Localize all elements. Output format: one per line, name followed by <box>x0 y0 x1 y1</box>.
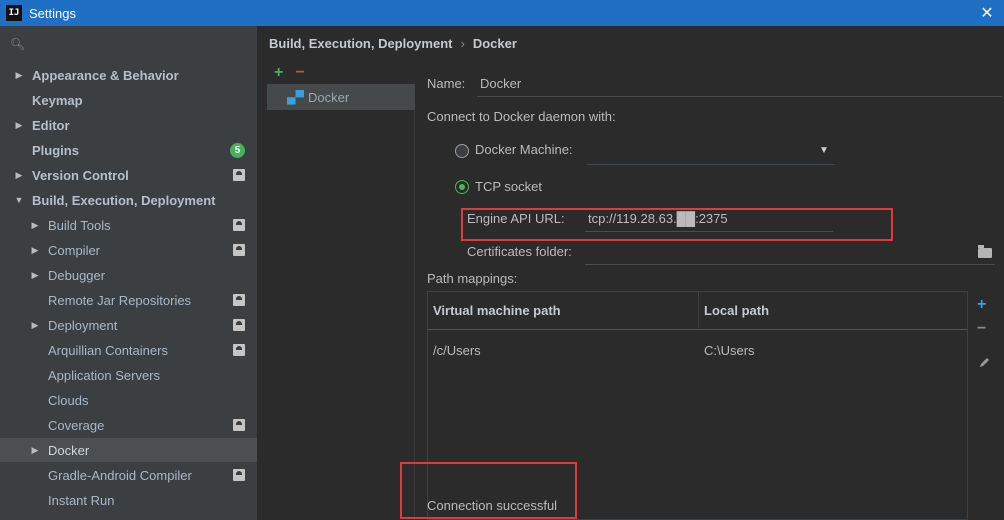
docker-list-toolbar: + − <box>274 64 305 82</box>
search-icon: 🔍︎ <box>10 37 26 51</box>
virtual-path-cell[interactable]: /c/Users <box>433 343 481 358</box>
folder-icon[interactable] <box>978 245 992 258</box>
sidebar-item-deployment[interactable]: ▶ Deployment <box>0 313 257 337</box>
certificates-folder-input[interactable] <box>585 264 995 265</box>
sidebar-item-editor[interactable]: ▶ Editor <box>0 113 257 137</box>
sidebar-item-coverage[interactable]: Coverage <box>0 413 257 437</box>
docker-settings-form: Name: Docker Connect to Docker daemon wi… <box>400 26 1004 520</box>
docker-icon: ▄▀ <box>287 90 305 104</box>
path-mappings-label: Path mappings: <box>427 271 518 286</box>
window-title: Settings <box>29 5 76 21</box>
sidebar-item-application-servers[interactable]: Application Servers <box>0 363 257 387</box>
sidebar-item-docker[interactable]: ▶ Docker <box>0 438 257 462</box>
highlight-box-status <box>400 462 577 519</box>
project-level-icon <box>233 469 245 481</box>
certificates-folder-label: Certificates folder: <box>467 244 572 259</box>
docker-config-list: ▄▀ Docker <box>267 84 415 520</box>
sidebar-item-build-tools[interactable]: ▶ Build Tools <box>0 213 257 237</box>
title-bar: IJ Settings ✕ <box>0 0 1004 26</box>
expand-arrow-icon[interactable]: ▶ <box>29 245 41 256</box>
add-mapping-icon[interactable]: + <box>977 296 986 314</box>
search-field[interactable]: 🔍︎ <box>0 26 257 62</box>
sidebar-item-keymap[interactable]: Keymap <box>0 88 257 112</box>
expand-arrow-icon[interactable]: ▶ <box>29 270 41 281</box>
tcp-socket-radio[interactable] <box>455 180 469 194</box>
column-header-virtual-path[interactable]: Virtual machine path <box>433 303 561 318</box>
edit-icon[interactable] <box>979 356 991 368</box>
project-level-icon <box>233 219 245 231</box>
name-field-underline <box>477 96 1002 97</box>
remove-icon[interactable]: − <box>295 64 304 82</box>
sidebar-item-compiler[interactable]: ▶ Compiler <box>0 238 257 262</box>
tcp-socket-label: TCP socket <box>475 179 542 194</box>
project-level-icon <box>233 419 245 431</box>
expand-arrow-icon[interactable]: ▶ <box>13 120 25 131</box>
docker-machine-radio[interactable] <box>455 144 469 158</box>
list-item-docker[interactable]: ▄▀ Docker <box>267 84 415 110</box>
sidebar-item-clouds[interactable]: Clouds <box>0 388 257 412</box>
column-header-local-path[interactable]: Local path <box>704 303 769 318</box>
add-icon[interactable]: + <box>274 64 283 82</box>
table-header: Virtual machine path Local path <box>428 292 967 330</box>
docker-machine-dropdown[interactable] <box>587 164 835 165</box>
project-level-icon <box>233 319 245 331</box>
expand-arrow-icon[interactable]: ▶ <box>29 320 41 331</box>
name-label: Name: <box>427 76 466 91</box>
expand-arrow-icon[interactable]: ▶ <box>13 70 25 81</box>
settings-sidebar: 🔍︎ ▶ Appearance & Behavior Keymap ▶ Edit… <box>0 26 258 520</box>
intellij-icon: IJ <box>6 5 22 21</box>
docker-machine-label: Docker Machine: <box>475 142 573 157</box>
connect-label: Connect to Docker daemon with: <box>427 109 616 124</box>
close-icon[interactable]: ✕ <box>976 2 998 24</box>
sidebar-item-appearance[interactable]: ▶ Appearance & Behavior <box>0 63 257 87</box>
chevron-down-icon[interactable]: ▼ <box>819 145 829 156</box>
column-separator <box>698 292 699 330</box>
sidebar-item-gradle-android-compiler[interactable]: Gradle-Android Compiler <box>0 463 257 487</box>
remove-mapping-icon[interactable]: − <box>977 320 986 338</box>
sidebar-item-version-control[interactable]: ▶ Version Control <box>0 163 257 187</box>
expand-arrow-icon[interactable]: ▶ <box>13 170 25 181</box>
project-level-icon <box>233 344 245 356</box>
plugins-update-badge: 5 <box>230 142 245 158</box>
sidebar-item-debugger[interactable]: ▶ Debugger <box>0 263 257 287</box>
highlight-box-engine-url <box>461 208 893 241</box>
sidebar-item-instant-run[interactable]: Instant Run <box>0 488 257 512</box>
sidebar-item-arquillian-containers[interactable]: Arquillian Containers <box>0 338 257 362</box>
project-level-icon <box>233 169 245 181</box>
sidebar-item-build-execution-deployment[interactable]: ▼ Build, Execution, Deployment <box>0 188 257 212</box>
project-level-icon <box>233 294 245 306</box>
collapse-arrow-icon[interactable]: ▼ <box>13 195 25 205</box>
breadcrumb-parent: Build, Execution, Deployment <box>269 36 453 51</box>
local-path-cell[interactable]: C:\Users <box>704 343 755 358</box>
expand-arrow-icon[interactable]: ▶ <box>29 220 41 231</box>
expand-arrow-icon[interactable]: ▶ <box>29 445 41 456</box>
sidebar-item-remote-jar-repositories[interactable]: Remote Jar Repositories <box>0 288 257 312</box>
project-level-icon <box>233 244 245 256</box>
settings-content: Build, Execution, Deployment › Docker + − … <box>259 26 1004 520</box>
sidebar-item-plugins[interactable]: Plugins 5 <box>0 138 257 162</box>
name-field[interactable]: Docker <box>480 76 521 91</box>
